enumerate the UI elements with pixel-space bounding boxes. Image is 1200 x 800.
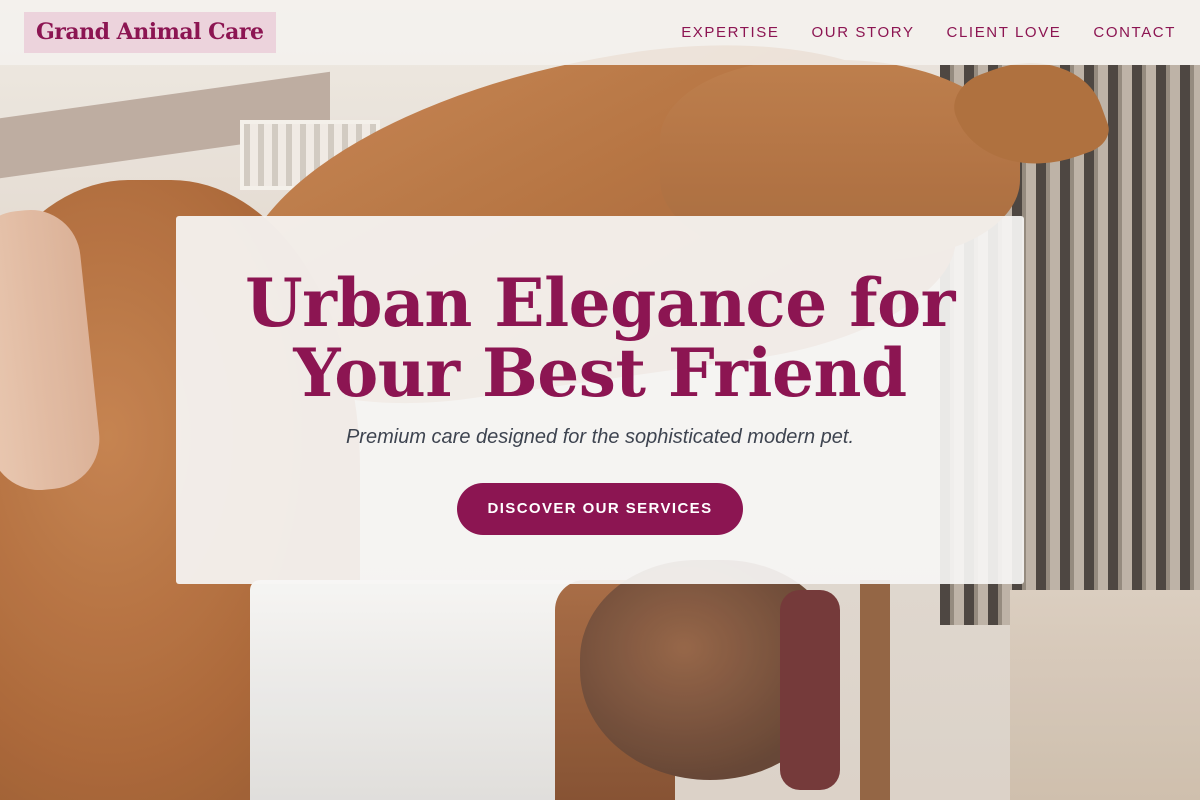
- nav-link-expertise[interactable]: EXPERTISE: [681, 24, 779, 41]
- nav-link-contact[interactable]: CONTACT: [1093, 24, 1176, 41]
- site-header: Grand Animal Care EXPERTISE OUR STORY CL…: [0, 0, 1200, 65]
- nav-link-client-love[interactable]: CLIENT LOVE: [947, 24, 1062, 41]
- logo[interactable]: Grand Animal Care: [24, 12, 276, 53]
- discover-services-button[interactable]: DISCOVER OUR SERVICES: [457, 483, 743, 535]
- hero-title-line-1: Urban Elegance for: [245, 264, 955, 342]
- nav-link-our-story[interactable]: OUR STORY: [812, 24, 915, 41]
- hero-card: Urban Elegance for Your Best Friend Prem…: [176, 216, 1024, 584]
- hero-title-line-2: Your Best Friend: [293, 334, 907, 412]
- hero-title: Urban Elegance for Your Best Friend: [176, 268, 1024, 408]
- hero-subtitle: Premium care designed for the sophistica…: [345, 426, 855, 448]
- main-nav: EXPERTISE OUR STORY CLIENT LOVE CONTACT: [681, 24, 1176, 41]
